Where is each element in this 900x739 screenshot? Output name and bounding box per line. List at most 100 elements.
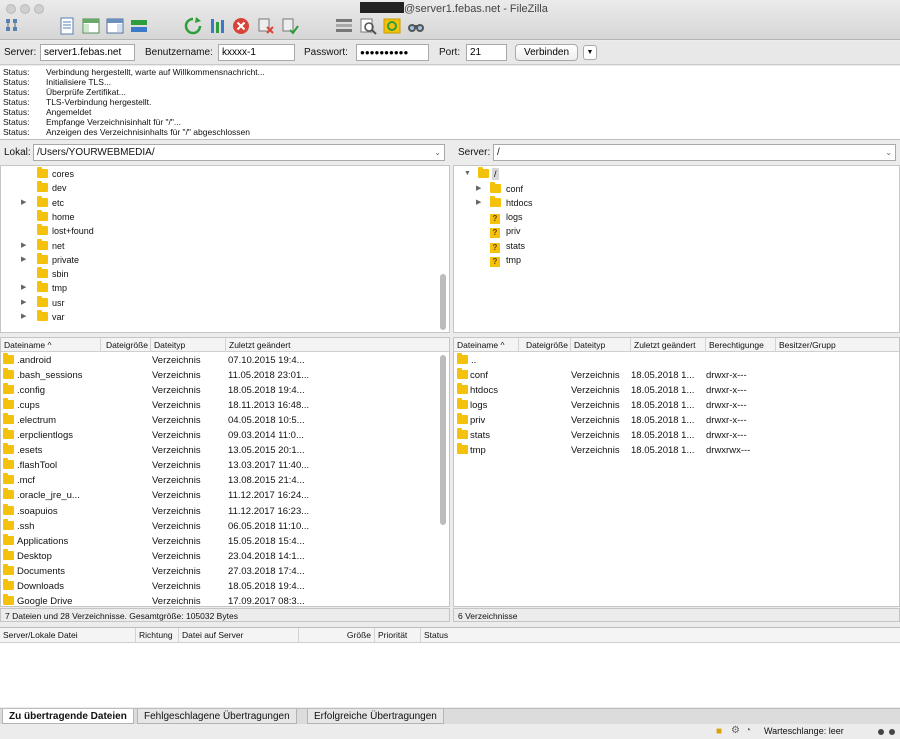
file-row[interactable]: tmp Verzeichnis 18.05.2018 1... drwxrwx--- bbox=[454, 443, 899, 458]
minimize-window-button[interactable] bbox=[20, 4, 30, 14]
file-row[interactable]: Google Drive Verzeichnis 17.09.2017 08:3..… bbox=[1, 593, 449, 606]
server-input[interactable] bbox=[40, 44, 135, 61]
collapsed-arrow-icon[interactable]: ▶ bbox=[21, 281, 26, 295]
file-row[interactable]: .electrum Verzeichnis 04.05.2018 10:5... bbox=[1, 413, 449, 428]
file-row[interactable]: .flashTool Verzeichnis 13.03.2017 11:40... bbox=[1, 458, 449, 473]
log-entry-message: TLS-Verbindung hergestellt. bbox=[46, 97, 152, 107]
file-row[interactable]: stats Verzeichnis 18.05.2018 1... drwxr-x--… bbox=[454, 428, 899, 443]
file-row[interactable]: .bash_sessions Verzeichnis 11.05.2018 23:0… bbox=[1, 368, 449, 383]
refresh-icon[interactable] bbox=[183, 16, 203, 36]
compare-directories-icon[interactable] bbox=[358, 16, 378, 36]
queue-column-size[interactable]: Größe bbox=[299, 628, 375, 643]
file-row[interactable]: .esets Verzeichnis 13.05.2015 20:1... bbox=[1, 443, 449, 458]
file-row[interactable]: priv Verzeichnis 18.05.2018 1... drwxr-x--- bbox=[454, 413, 899, 428]
cancel-icon[interactable] bbox=[231, 16, 251, 36]
collapsed-arrow-icon[interactable]: ▶ bbox=[21, 253, 26, 267]
file-row[interactable]: .mcf Verzeichnis 13.08.2015 21:4... bbox=[1, 473, 449, 488]
queue-column-status[interactable]: Status bbox=[421, 628, 900, 643]
file-row[interactable]: .soapuios Verzeichnis 11.12.2017 16:23... bbox=[1, 503, 449, 519]
local-tree-icon[interactable] bbox=[81, 16, 101, 36]
file-row[interactable]: .oracle_jre_u... Verzeichnis 11.12.2017 16… bbox=[1, 488, 449, 503]
file-row[interactable]: .config Verzeichnis 18.05.2018 19:4... bbox=[1, 383, 449, 398]
collapsed-arrow-icon[interactable]: ▶ bbox=[21, 296, 26, 310]
file-row[interactable]: htdocs Verzeichnis 18.05.2018 1... drwxr-x-… bbox=[454, 383, 899, 398]
column-header-filename[interactable]: Dateiname ^ bbox=[454, 338, 519, 352]
file-modified: 18.05.2018 1... bbox=[631, 370, 695, 381]
file-row[interactable]: Applications Verzeichnis 15.05.2018 15:4..… bbox=[1, 533, 449, 549]
collapsed-arrow-icon[interactable]: ▶ bbox=[21, 310, 26, 324]
transfer-queue[interactable]: Server/Lokale Datei Richtung Datei auf S… bbox=[0, 627, 900, 707]
message-log[interactable]: Status: Verbindung hergestellt, warte auf… bbox=[0, 66, 900, 140]
site-manager-icon[interactable] bbox=[3, 16, 23, 36]
directory-listing-filter-icon[interactable] bbox=[334, 16, 354, 36]
file-row[interactable]: Desktop Verzeichnis 23.04.2018 14:1... bbox=[1, 548, 449, 564]
collapsed-arrow-icon[interactable]: ▶ bbox=[476, 182, 481, 196]
file-row[interactable]: .cups Verzeichnis 18.11.2013 16:48... bbox=[1, 398, 449, 413]
local-path-input[interactable]: /Users/YOURWEBMEDIA/⌄ bbox=[33, 144, 445, 161]
column-header-filetype[interactable]: Dateityp bbox=[571, 338, 631, 352]
local-directory-tree[interactable]: cores dev ▶ etc home lost+found ▶ net ▶ private sb… bbox=[0, 165, 450, 333]
column-header-filename[interactable]: Dateiname ^ bbox=[1, 338, 101, 352]
file-row[interactable]: .ssh Verzeichnis 06.05.2018 11:10... bbox=[1, 518, 449, 534]
synchronized-browsing-icon[interactable] bbox=[382, 16, 402, 36]
expanded-arrow-icon[interactable]: ▼ bbox=[464, 167, 471, 181]
column-header-filesize[interactable]: Dateigröße bbox=[519, 338, 571, 352]
tab-failed-transfers[interactable]: Fehlgeschlagene Übertragungen bbox=[137, 709, 297, 724]
file-modified: 13.05.2015 20:1... bbox=[228, 445, 305, 457]
collapsed-arrow-icon[interactable]: ▶ bbox=[21, 196, 26, 210]
port-input[interactable] bbox=[466, 44, 507, 61]
disconnect-icon[interactable] bbox=[256, 16, 276, 36]
remote-path-input[interactable]: / ⌄ bbox=[493, 144, 896, 161]
file-row[interactable]: conf Verzeichnis 18.05.2018 1... drwxr-x--- bbox=[454, 368, 899, 383]
column-header-modified[interactable]: Zuletzt geändert bbox=[226, 338, 438, 352]
file-row[interactable]: logs Verzeichnis 18.05.2018 1... drwxr-x--- bbox=[454, 398, 899, 413]
queue-column-priority[interactable]: Priorität bbox=[375, 628, 421, 643]
parent-directory-row[interactable]: .. bbox=[454, 353, 899, 368]
close-window-button[interactable] bbox=[6, 4, 16, 14]
password-input[interactable] bbox=[356, 44, 429, 61]
connect-button[interactable]: Verbinden bbox=[515, 44, 578, 61]
column-header-owner-group[interactable]: Besitzer/Grupp bbox=[776, 338, 899, 352]
file-modified: 09.03.2014 11:0... bbox=[228, 430, 304, 442]
file-row[interactable]: Documents Verzeichnis 27.03.2018 17:4... bbox=[1, 563, 449, 579]
folder-icon bbox=[3, 458, 18, 473]
message-log-icon[interactable] bbox=[57, 16, 77, 36]
zoom-window-button[interactable] bbox=[34, 4, 44, 14]
gear-icon[interactable]: ⚙ bbox=[731, 725, 740, 736]
lock-icon[interactable]: ■ bbox=[716, 726, 722, 737]
column-header-filesize[interactable]: Dateigröße bbox=[101, 338, 151, 352]
file-modified: 06.05.2018 11:10... bbox=[228, 520, 310, 532]
queue-column-local-file[interactable]: Server/Lokale Datei bbox=[0, 628, 136, 643]
tab-successful-transfers[interactable]: Erfolgreiche Übertragungen bbox=[307, 709, 444, 724]
local-file-list[interactable]: Dateiname ^ Dateigröße Dateityp Zuletzt … bbox=[0, 337, 450, 607]
remote-directory-tree[interactable]: ▼ / ▶ conf ▶ htdocs? logs? priv? stats? tmp bbox=[453, 165, 900, 333]
quickconnect-history-dropdown[interactable]: ▼ bbox=[583, 45, 597, 60]
tab-queued-files[interactable]: Zu übertragende Dateien bbox=[2, 709, 134, 724]
tree-item-label: htdocs bbox=[506, 197, 533, 208]
column-header-filetype[interactable]: Dateityp bbox=[151, 338, 226, 352]
unknown-folder-icon: ? bbox=[490, 253, 500, 267]
file-row[interactable]: Downloads Verzeichnis 18.05.2018 19:4... bbox=[1, 578, 449, 594]
collapsed-arrow-icon[interactable]: ▶ bbox=[476, 196, 481, 210]
local-tree-scrollbar[interactable] bbox=[440, 274, 446, 330]
reconnect-icon[interactable] bbox=[280, 16, 300, 36]
search-files-icon[interactable] bbox=[406, 16, 426, 36]
speed-limit-icon[interactable]: ◔ bbox=[745, 725, 751, 736]
remote-tree-icon[interactable] bbox=[105, 16, 125, 36]
tree-item-label: logs bbox=[506, 212, 523, 223]
queue-column-remote-file[interactable]: Datei auf Server bbox=[179, 628, 299, 643]
process-queue-icon[interactable] bbox=[207, 16, 227, 36]
collapsed-arrow-icon[interactable]: ▶ bbox=[21, 239, 26, 253]
unknown-folder-icon: ? bbox=[490, 239, 500, 253]
file-row[interactable]: .android Verzeichnis 07.10.2015 19:4... bbox=[1, 353, 449, 368]
file-row[interactable]: .erpclientlogs Verzeichnis 09.03.2014 11:0… bbox=[1, 428, 449, 443]
file-name: logs bbox=[470, 400, 488, 412]
username-input[interactable] bbox=[218, 44, 295, 61]
file-name: priv bbox=[470, 415, 486, 427]
transfer-queue-icon[interactable] bbox=[129, 16, 149, 36]
column-header-permissions[interactable]: Berechtigunge bbox=[706, 338, 776, 352]
column-header-modified[interactable]: Zuletzt geändert bbox=[631, 338, 706, 352]
remote-file-list[interactable]: Dateiname ^ Dateigröße Dateityp Zuletzt … bbox=[453, 337, 900, 607]
queue-column-direction[interactable]: Richtung bbox=[136, 628, 179, 643]
file-modified: 11.12.2017 16:23... bbox=[228, 505, 310, 517]
